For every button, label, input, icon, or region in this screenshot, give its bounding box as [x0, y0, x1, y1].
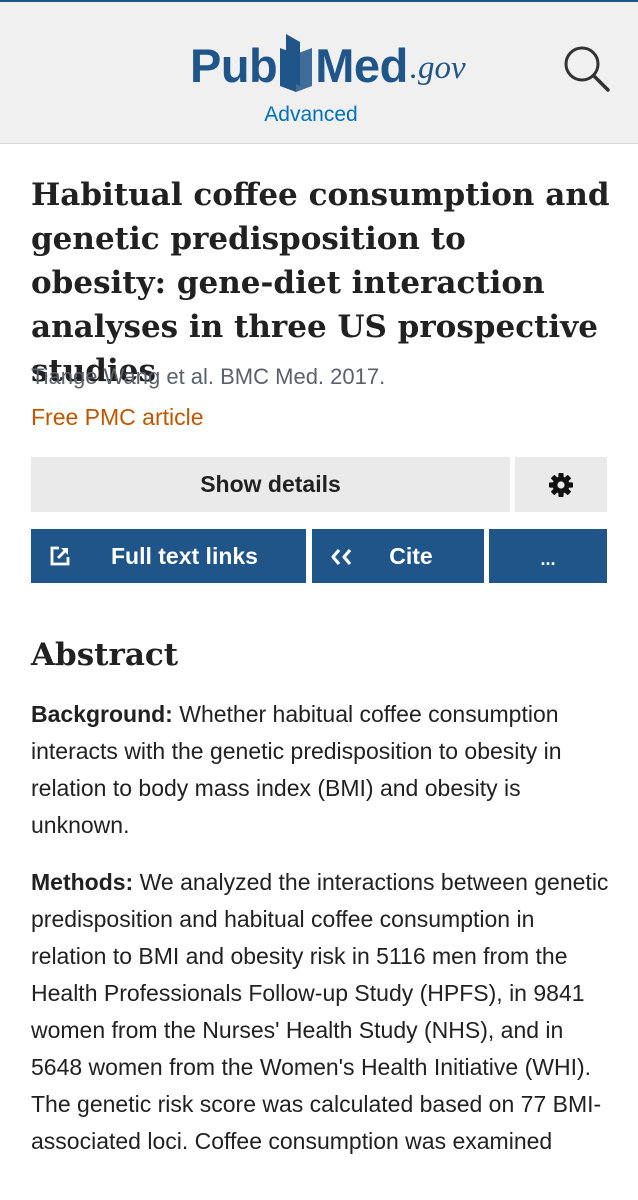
full-text-links-button[interactable]: Full text links [31, 529, 306, 583]
show-details-label: Show details [200, 471, 341, 497]
book-icon [278, 32, 314, 94]
background-label: Background: [31, 701, 173, 727]
logo-text-med: Med [315, 39, 408, 92]
methods-label: Methods: [31, 869, 134, 895]
display-options-button[interactable] [515, 457, 607, 512]
gear-icon [549, 472, 573, 497]
pubmed-logo[interactable]: Pub Med .gov [190, 24, 466, 94]
abstract-heading: Abstract [31, 637, 179, 673]
logo-text-pub: Pub [190, 39, 278, 92]
advanced-search-link[interactable]: Advanced [0, 103, 622, 127]
article-citation: Tiange Wang et al. BMC Med. 2017. [31, 364, 386, 389]
site-header: Pub Med .gov Advanced [0, 0, 638, 144]
search-icon [564, 46, 610, 92]
abstract-methods-paragraph: Methods: We analyzed the interactions be… [31, 864, 616, 1160]
cite-label: Cite [389, 542, 433, 569]
article-title: Habitual coffee consumption and genetic … [31, 177, 610, 389]
more-actions-button[interactable]: ... [489, 529, 607, 583]
cite-button[interactable]: Cite [312, 529, 484, 583]
methods-text: We analyzed the interactions between gen… [31, 869, 609, 1154]
external-link-icon [50, 546, 70, 566]
free-pmc-article-link[interactable]: Free PMC article [31, 404, 204, 431]
quote-icon [331, 548, 352, 566]
logo-text-gov: .gov [409, 50, 466, 86]
more-actions-label: ... [540, 548, 556, 569]
abstract-background-paragraph: Background: Whether habitual coffee cons… [31, 696, 616, 844]
search-button[interactable] [560, 42, 614, 96]
show-details-button[interactable]: Show details [31, 457, 510, 512]
full-text-links-label: Full text links [111, 542, 258, 569]
